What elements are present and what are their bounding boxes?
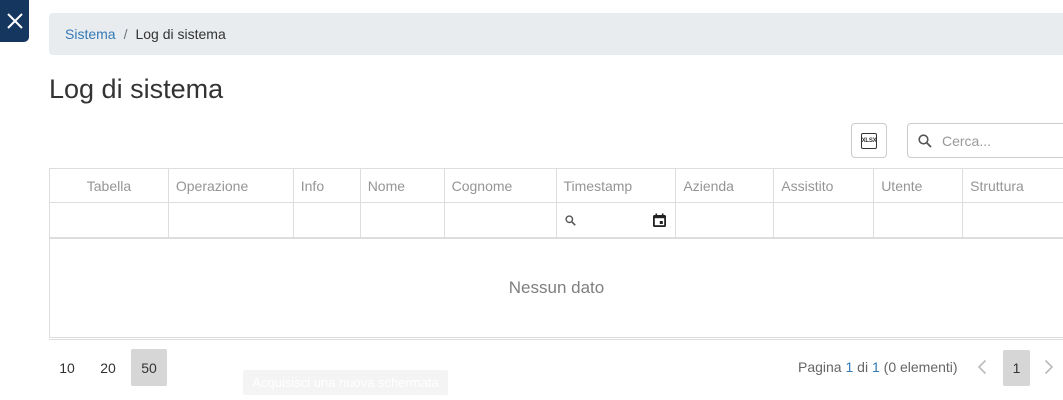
search-input[interactable] — [942, 132, 1052, 149]
filter-timestamp[interactable] — [557, 203, 677, 237]
breadcrumb-separator: / — [123, 26, 128, 42]
grid-bottom-divider — [49, 339, 1063, 340]
calendar-icon[interactable] — [652, 213, 667, 228]
page-size-10[interactable]: 10 — [49, 349, 85, 386]
filter-azienda[interactable] — [676, 203, 775, 237]
filter-utente[interactable] — [874, 203, 964, 237]
page-button-1[interactable]: 1 — [1003, 350, 1030, 386]
filter-info[interactable] — [294, 203, 361, 237]
page-size-selector: 10 20 50 — [49, 349, 172, 386]
filter-nome[interactable] — [361, 203, 445, 237]
column-header-tabella[interactable]: Tabella — [50, 169, 169, 202]
column-header-nome[interactable]: Nome — [361, 169, 445, 202]
breadcrumb: Sistema / Log di sistema — [49, 13, 1063, 55]
page-info-prefix: Pagina — [798, 359, 846, 375]
no-data-message: Nessun dato — [508, 278, 605, 297]
data-grid: Tabella Operazione Info Nome Cognome Tim… — [49, 168, 1063, 338]
grid-header-row: Tabella Operazione Info Nome Cognome Tim… — [50, 169, 1063, 203]
close-icon — [6, 13, 23, 29]
page-info: Pagina 1 di 1 (0 elementi) — [798, 359, 958, 375]
column-header-struttura[interactable]: Struttura — [963, 169, 1063, 202]
page-info-middle: di — [853, 359, 872, 375]
filter-tabella[interactable] — [50, 203, 169, 237]
search-box[interactable] — [907, 123, 1063, 158]
filter-struttura[interactable] — [963, 203, 1063, 237]
prev-page-button[interactable] — [972, 354, 992, 380]
column-header-utente[interactable]: Utente — [874, 169, 964, 202]
xlsx-export-icon: XLSX — [861, 132, 877, 149]
column-header-assistito[interactable]: Assistito — [774, 169, 875, 202]
column-header-cognome[interactable]: Cognome — [445, 169, 557, 202]
search-icon — [564, 214, 576, 226]
column-header-operazione[interactable]: Operazione — [169, 169, 294, 202]
chevron-right-icon — [1044, 359, 1054, 375]
column-header-info[interactable]: Info — [294, 169, 361, 202]
filter-operazione[interactable] — [169, 203, 294, 237]
filter-assistito[interactable] — [774, 203, 875, 237]
filter-cognome[interactable] — [445, 203, 557, 237]
grid-filter-row — [50, 203, 1063, 239]
page-title: Log di sistema — [49, 74, 224, 104]
column-header-timestamp[interactable]: Timestamp — [557, 169, 677, 202]
column-header-azienda[interactable]: Azienda — [676, 169, 775, 202]
breadcrumb-link-sistema[interactable]: Sistema — [65, 26, 116, 42]
page-info-total: 1 — [871, 359, 880, 375]
page-info-suffix: (0 elementi) — [879, 359, 958, 375]
export-xlsx-button[interactable]: XLSX — [851, 123, 887, 158]
search-icon — [918, 133, 932, 148]
page-size-50[interactable]: 50 — [131, 349, 167, 386]
screenshot-tooltip: Acquisisci una nuova schermata — [243, 370, 448, 395]
page-size-20[interactable]: 20 — [90, 349, 126, 386]
next-page-button[interactable] — [1039, 354, 1059, 380]
close-button[interactable] — [0, 0, 29, 42]
chevron-left-icon — [977, 359, 987, 375]
breadcrumb-current: Log di sistema — [135, 26, 226, 42]
